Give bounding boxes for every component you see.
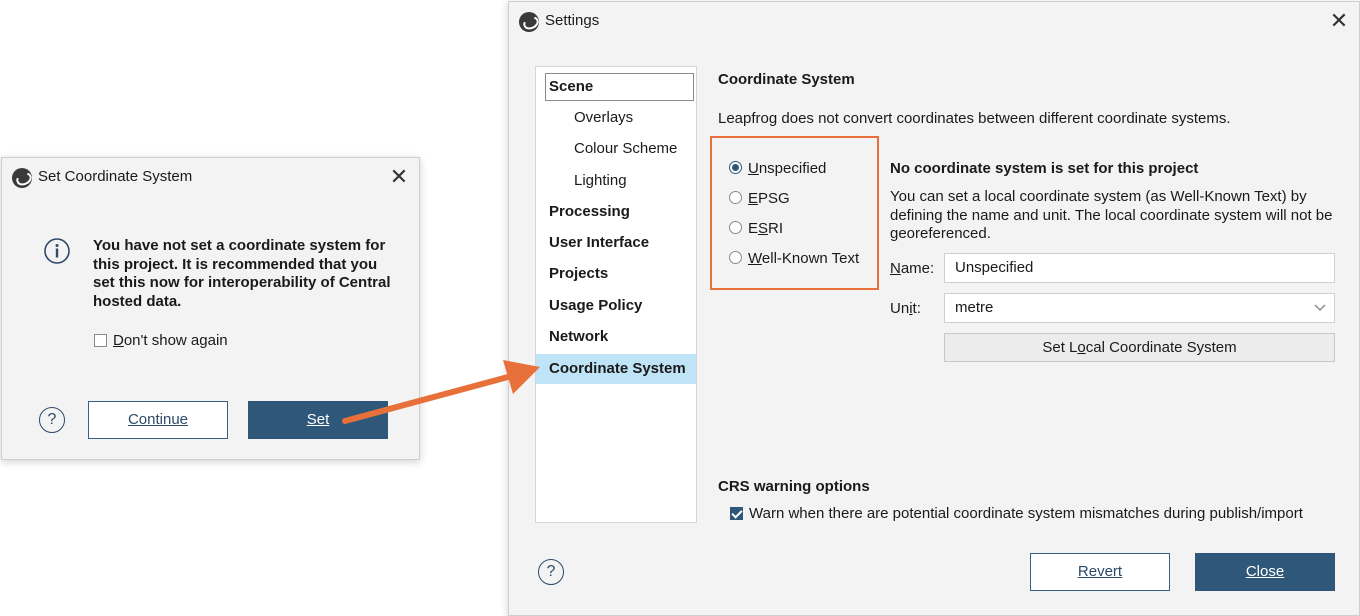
annotation-arrow: [342, 360, 540, 424]
